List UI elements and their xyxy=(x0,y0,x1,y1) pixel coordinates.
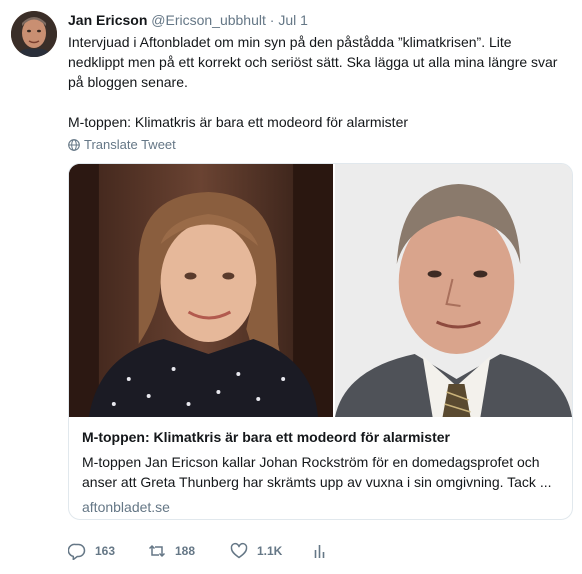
display-name[interactable]: Jan Ericson xyxy=(68,12,147,28)
card-domain[interactable]: aftonbladet.se xyxy=(82,498,562,516)
reply-button[interactable]: 163 xyxy=(68,542,148,560)
tweet-actions: 163 188 1.1K xyxy=(68,540,330,562)
separator: · xyxy=(269,12,275,28)
heart-icon xyxy=(230,542,248,559)
card-image-left xyxy=(69,164,333,417)
retweet-count: 188 xyxy=(175,544,196,558)
like-button[interactable]: 1.1K xyxy=(230,542,312,560)
tweet-header: Jan Ericson @Ericson_ubbhult · Jul 1 xyxy=(68,11,308,29)
globe-icon xyxy=(68,138,80,151)
tweet-text: Intervjuad i Aftonbladet om min syn på d… xyxy=(68,32,568,132)
card-image[interactable] xyxy=(69,164,572,417)
like-count: 1.1K xyxy=(257,544,283,558)
retweet-icon xyxy=(148,544,166,558)
tweet[interactable]: Jan Ericson @Ericson_ubbhult · Jul 1 Int… xyxy=(0,0,582,574)
card-image-right xyxy=(334,164,572,417)
card-description: M-toppen Jan Ericson kallar Johan Rockst… xyxy=(82,454,552,490)
reply-icon xyxy=(68,543,86,560)
retweet-button[interactable]: 188 xyxy=(148,542,230,560)
card-title[interactable]: M-toppen: Klimatkris är bara ett modeord… xyxy=(82,428,562,446)
analytics-icon xyxy=(314,545,325,558)
tweet-date[interactable]: Jul 1 xyxy=(278,12,308,28)
tweet-text-headline: M-toppen: Klimatkris är bara ett modeord… xyxy=(68,114,409,130)
reply-count: 163 xyxy=(95,544,116,558)
avatar-photo xyxy=(11,11,57,57)
translate-label: Translate Tweet xyxy=(84,137,176,152)
link-card[interactable]: M-toppen: Klimatkris är bara ett modeord… xyxy=(68,163,573,520)
tweet-text-paragraph: Intervjuad i Aftonbladet om min syn på d… xyxy=(68,34,558,90)
translate-tweet-link[interactable]: Translate Tweet xyxy=(68,137,176,152)
avatar[interactable] xyxy=(11,11,57,57)
card-text: M-toppen: Klimatkris är bara ett modeord… xyxy=(82,428,562,516)
analytics-button[interactable] xyxy=(312,542,330,560)
user-handle[interactable]: @Ericson_ubbhult xyxy=(151,12,266,28)
